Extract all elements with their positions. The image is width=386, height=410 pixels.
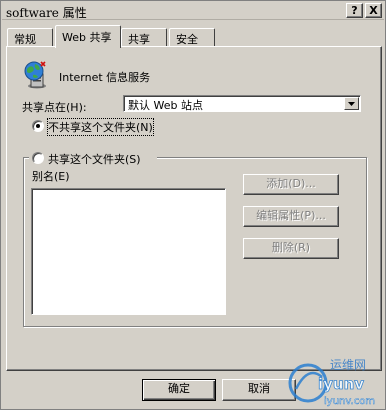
properties-dialog: software 属性 ? X 常规 Web 共享 共享 安全 Internet… xyxy=(0,0,386,410)
no-share-radio[interactable] xyxy=(32,120,44,132)
help-button[interactable]: ? xyxy=(346,3,363,18)
share-label[interactable]: 共享这个文件夹(S) xyxy=(48,151,141,167)
cancel-button[interactable]: 取消 xyxy=(222,379,296,401)
tab-security-label: 安全 xyxy=(176,33,198,46)
tab-web-sharing[interactable]: Web 共享 xyxy=(55,25,121,48)
alias-listbox[interactable] xyxy=(31,188,226,315)
add-alias-button[interactable]: 添加(D)... xyxy=(243,174,339,195)
title-bar[interactable]: software 属性 ? X xyxy=(2,2,384,20)
service-label: Internet 信息服务 xyxy=(59,71,151,84)
chevron-down-icon xyxy=(348,102,355,106)
remove-alias-button[interactable]: 删除(R) xyxy=(243,238,339,259)
share-radio[interactable] xyxy=(32,152,44,164)
globe-server-icon xyxy=(24,61,46,89)
share-on-label: 共享点在(H): xyxy=(22,101,87,114)
edit-properties-button[interactable]: 编辑属性(P)... xyxy=(243,206,339,227)
tab-sharing-label: 共享 xyxy=(128,33,150,46)
radio-selected-dot xyxy=(36,124,40,128)
watermark-text-bottom: iyunv.com xyxy=(324,396,375,407)
no-share-label[interactable]: 不共享这个文件夹(N) xyxy=(47,118,154,136)
ok-button[interactable]: 确定 xyxy=(142,379,216,401)
window-title: software 属性 xyxy=(6,6,87,20)
close-button[interactable]: X xyxy=(365,3,382,18)
tab-sharing[interactable]: 共享 xyxy=(121,28,167,47)
tab-security[interactable]: 安全 xyxy=(169,28,215,47)
dropdown-arrow-button[interactable] xyxy=(344,97,359,110)
alias-label: 别名(E) xyxy=(32,170,70,183)
tab-general[interactable]: 常规 xyxy=(7,28,53,47)
share-option-header: 共享这个文件夹(S) xyxy=(29,150,157,167)
share-on-value: 默认 Web 站点 xyxy=(128,99,203,112)
tab-general-label: 常规 xyxy=(14,33,36,46)
tab-web-sharing-label: Web 共享 xyxy=(62,31,112,44)
watermark-text-mid: iyunv xyxy=(318,375,364,393)
share-on-select[interactable]: 默认 Web 站点 xyxy=(123,95,361,112)
